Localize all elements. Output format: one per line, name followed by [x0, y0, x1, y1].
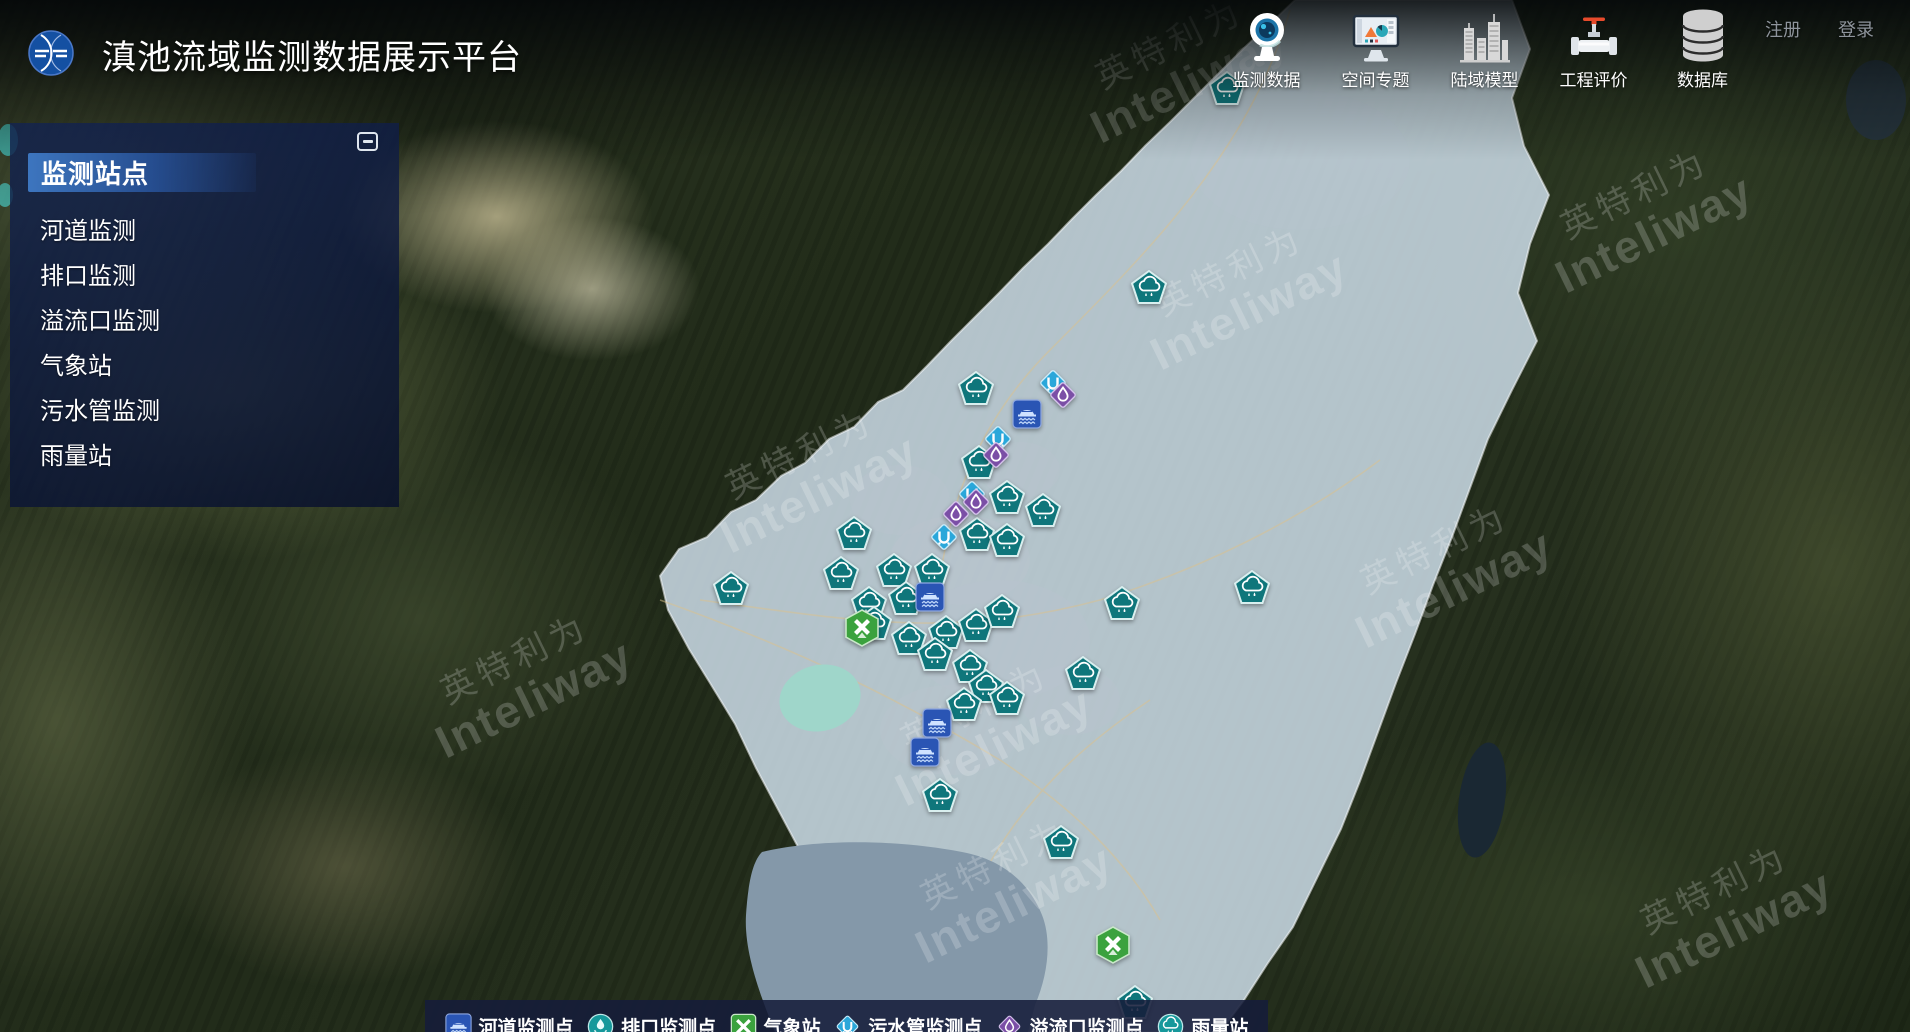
- panel-item-3[interactable]: 气象站: [10, 344, 399, 389]
- marker-weather[interactable]: [845, 609, 879, 647]
- sewage-legend-icon: [834, 1013, 861, 1032]
- marker-rain[interactable]: [917, 637, 953, 671]
- overflow-legend-icon: [996, 1013, 1023, 1032]
- river-legend-icon: [445, 1013, 472, 1032]
- minimize-icon[interactable]: [357, 132, 378, 151]
- panel-item-5[interactable]: 雨量站: [10, 434, 399, 479]
- marker-river[interactable]: [922, 708, 952, 738]
- database-icon: [1676, 4, 1730, 64]
- nav-label: 陆域模型: [1451, 66, 1519, 91]
- page-title: 滇池流域监测数据展示平台: [102, 30, 522, 79]
- nav-item-monitoring-data[interactable]: 监测数据: [1212, 4, 1321, 91]
- legend-item-rain[interactable]: 雨量站: [1157, 1013, 1248, 1032]
- legend-label: 排口监测点: [621, 1013, 716, 1032]
- panel-item-2[interactable]: 溢流口监测: [10, 299, 399, 344]
- nav-item-project-evaluation[interactable]: 工程评价: [1539, 4, 1648, 91]
- login-link[interactable]: 登录: [1838, 16, 1874, 42]
- app: 英特利为Inteliway英特利为Inteliway英特利为Inteliway英…: [0, 0, 1910, 1032]
- marker-rain[interactable]: [1043, 825, 1079, 859]
- marker-river[interactable]: [1012, 399, 1042, 429]
- marker-rain[interactable]: [989, 523, 1025, 557]
- rain-legend-icon: [1157, 1013, 1184, 1032]
- panel-title: 监测站点: [28, 154, 149, 191]
- marker-rain[interactable]: [713, 571, 749, 605]
- marker-rain[interactable]: [989, 480, 1025, 514]
- marker-rain[interactable]: [1234, 570, 1270, 604]
- map-legend: 河道监测点 排口监测点 气象站 污水管监测点 溢流口监测点 雨量站: [425, 1000, 1268, 1032]
- legend-item-overflow[interactable]: 溢流口监测点: [996, 1013, 1144, 1032]
- nav-item-database[interactable]: 数据库: [1648, 4, 1757, 91]
- logo: [27, 29, 75, 77]
- legend-label: 污水管监测点: [868, 1013, 982, 1032]
- weather-legend-icon: [730, 1013, 757, 1032]
- camera-icon: [1240, 4, 1294, 64]
- header: 滇池流域监测数据展示平台 监测数据 空间专题 陆域模型 工程评价 数据库 注册 登录: [0, 0, 1910, 100]
- legend-label: 溢流口监测点: [1030, 1013, 1144, 1032]
- valve-icon: [1567, 4, 1621, 64]
- register-link[interactable]: 注册: [1765, 16, 1801, 42]
- marker-weather[interactable]: [1096, 926, 1130, 964]
- marker-overflow[interactable]: [980, 439, 1012, 471]
- panel-item-1[interactable]: 排口监测: [10, 254, 399, 299]
- east-lake: [1451, 739, 1513, 860]
- outlet-legend-icon: [587, 1013, 614, 1032]
- nav-item-spatial-topics[interactable]: 空间专题: [1321, 4, 1430, 91]
- legend-label: 河道监测点: [479, 1013, 574, 1032]
- marker-rain[interactable]: [1025, 493, 1061, 527]
- panel-item-0[interactable]: 河道监测: [10, 209, 399, 254]
- panel-header: 监测站点: [28, 153, 256, 192]
- legend-item-river[interactable]: 河道监测点: [445, 1013, 574, 1032]
- marker-rain[interactable]: [1065, 656, 1101, 690]
- main-nav: 监测数据 空间专题 陆域模型 工程评价 数据库: [1212, 4, 1757, 91]
- monitoring-stations-panel: 监测站点 河道监测排口监测溢流口监测气象站污水管监测雨量站: [10, 123, 399, 507]
- marker-overflow[interactable]: [940, 498, 972, 530]
- marker-rain[interactable]: [958, 371, 994, 405]
- monitor-icon: [1349, 4, 1403, 64]
- panel-item-list: 河道监测排口监测溢流口监测气象站污水管监测雨量站: [10, 209, 399, 479]
- marker-rain[interactable]: [922, 778, 958, 812]
- marker-rain[interactable]: [1131, 270, 1167, 304]
- marker-river[interactable]: [910, 737, 940, 767]
- panel-item-4[interactable]: 污水管监测: [10, 389, 399, 434]
- marker-rain[interactable]: [984, 594, 1020, 628]
- legend-item-outlet[interactable]: 排口监测点: [587, 1013, 716, 1032]
- marker-overflow[interactable]: [1047, 379, 1079, 411]
- marker-river[interactable]: [915, 582, 945, 612]
- marker-rain[interactable]: [823, 556, 859, 590]
- legend-item-sewage[interactable]: 污水管监测点: [834, 1013, 982, 1032]
- marker-rain[interactable]: [989, 681, 1025, 715]
- buildings-icon: [1458, 4, 1512, 64]
- nav-label: 监测数据: [1233, 66, 1301, 91]
- legend-label: 雨量站: [1191, 1013, 1248, 1032]
- legend-item-weather[interactable]: 气象站: [730, 1013, 821, 1032]
- nav-item-land-model[interactable]: 陆域模型: [1430, 4, 1539, 91]
- nav-label: 数据库: [1677, 66, 1728, 91]
- nav-label: 工程评价: [1560, 66, 1628, 91]
- marker-rain[interactable]: [1104, 586, 1140, 620]
- marker-rain[interactable]: [836, 516, 872, 550]
- legend-label: 气象站: [764, 1013, 821, 1032]
- nav-label: 空间专题: [1342, 66, 1410, 91]
